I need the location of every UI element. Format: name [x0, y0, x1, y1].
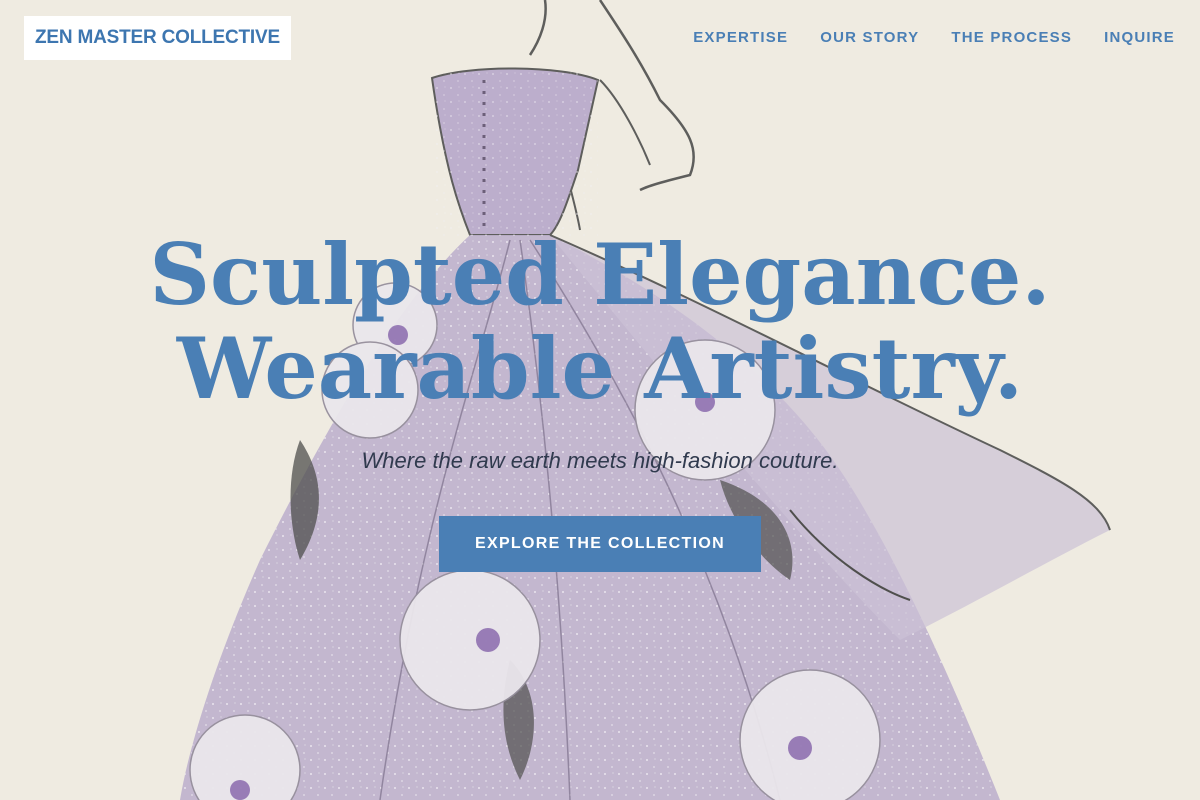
explore-collection-button[interactable]: EXPLORE THE COLLECTION: [439, 516, 761, 572]
nav-link-the-process[interactable]: THE PROCESS: [951, 28, 1072, 48]
nav-link-expertise[interactable]: EXPERTISE: [693, 28, 788, 48]
hero-headline: Sculpted Elegance. Wearable Artistry.: [0, 228, 1200, 416]
nav-link-our-story[interactable]: OUR STORY: [820, 28, 919, 48]
nav-link-inquire[interactable]: INQUIRE: [1104, 28, 1175, 48]
hero-headline-line-2: Wearable Artistry.: [176, 319, 1024, 418]
hero-headline-line-1: Sculpted Elegance.: [149, 225, 1051, 324]
brand-logo-text[interactable]: ZEN MASTER COLLECTIVE: [35, 27, 280, 49]
main-nav: EXPERTISE OUR STORY THE PROCESS INQUIRE: [693, 28, 1175, 48]
logo-box[interactable]: ZEN MASTER COLLECTIVE: [24, 16, 291, 60]
hero-tagline: Where the raw earth meets high-fashion c…: [361, 448, 839, 473]
